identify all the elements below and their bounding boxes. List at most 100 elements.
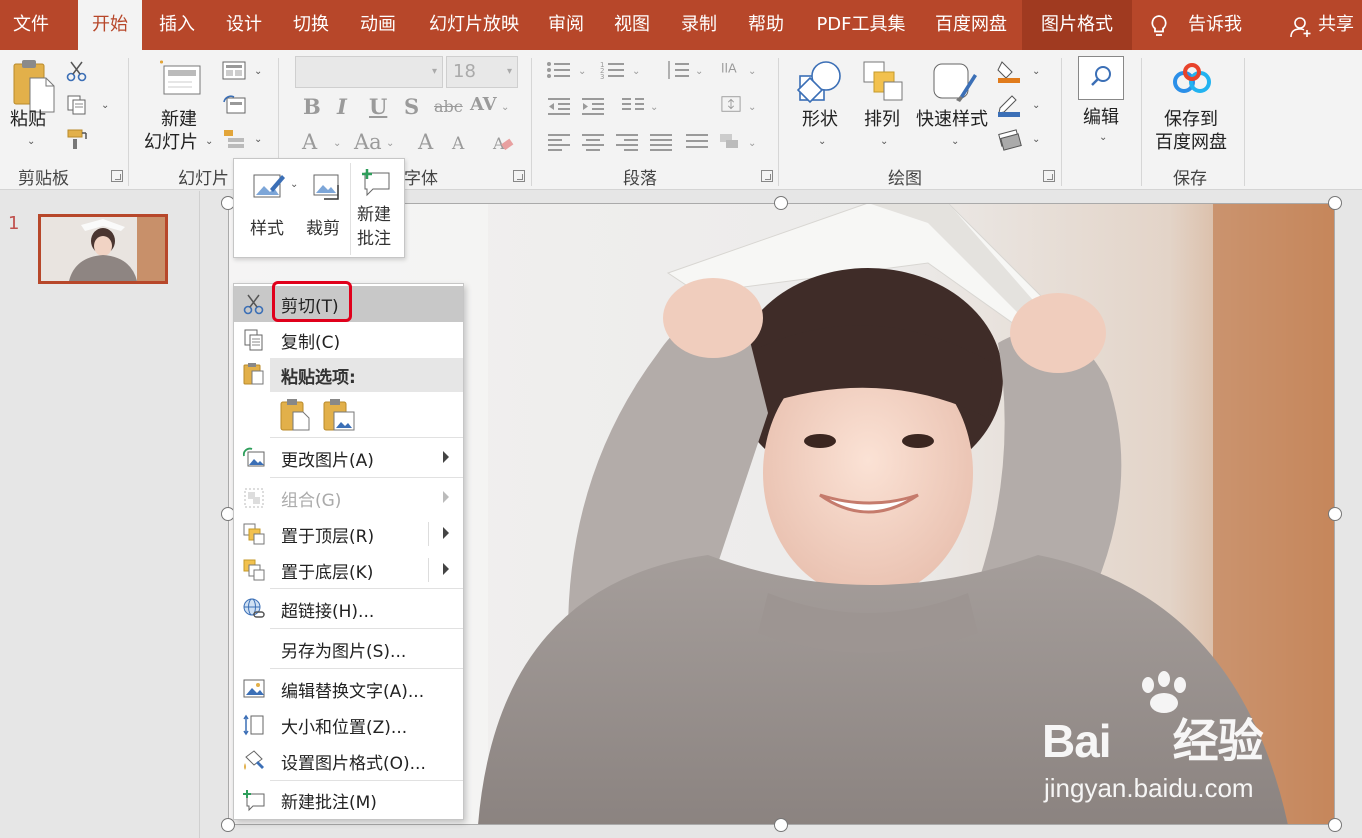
bullets-chevron-icon[interactable]: ⌄ xyxy=(578,66,586,77)
submenu-arrow-icon[interactable] xyxy=(443,527,449,539)
font-size-combobox[interactable]: 18 ▾ xyxy=(446,56,518,88)
baidu-netdisk-icon[interactable] xyxy=(1170,62,1214,98)
arrange-icon[interactable] xyxy=(862,60,906,104)
increase-font-size-icon[interactable]: A xyxy=(418,130,433,154)
justify-icon[interactable] xyxy=(648,132,674,152)
align-center-icon[interactable] xyxy=(580,132,606,152)
tab-picture-format[interactable]: 图片格式 xyxy=(1022,0,1132,50)
tab-pdf-tools[interactable]: PDF工具集 xyxy=(803,0,919,50)
menu-item-new-comment[interactable]: 新建批注(M) xyxy=(234,782,463,818)
change-case-icon[interactable]: Aa xyxy=(354,130,382,154)
shapes-icon[interactable] xyxy=(796,58,846,106)
style-chevron-icon[interactable]: ⌄ xyxy=(290,179,298,190)
menu-item-group[interactable]: 组合(G) xyxy=(234,480,463,516)
text-shadow-icon[interactable]: S xyxy=(404,94,419,119)
smartart-chevron-icon[interactable]: ⌄ xyxy=(748,138,756,149)
italic-icon[interactable]: I xyxy=(337,94,347,119)
resize-handle-bottom-right[interactable] xyxy=(1328,818,1342,832)
shape-fill-chevron-icon[interactable]: ⌄ xyxy=(1032,66,1040,77)
shape-effects-icon[interactable] xyxy=(996,126,1022,152)
mini-new-comment-button[interactable]: 新建 批注 xyxy=(351,159,405,259)
layout-chevron-icon[interactable]: ⌄ xyxy=(254,66,262,77)
menu-item-change-picture[interactable]: 更改图片(A) xyxy=(234,440,463,476)
decrease-font-size-icon[interactable]: A xyxy=(452,134,464,154)
resize-handle-bottom[interactable] xyxy=(774,818,788,832)
tab-view[interactable]: 视图 xyxy=(600,0,664,50)
bullets-icon[interactable] xyxy=(546,60,572,80)
section-chevron-icon[interactable]: ⌄ xyxy=(254,134,262,145)
format-painter-icon[interactable] xyxy=(66,128,90,150)
bold-icon[interactable]: B xyxy=(303,94,321,119)
text-direction-chevron-icon[interactable]: ⌄ xyxy=(748,66,756,77)
tab-review[interactable]: 审阅 xyxy=(534,0,598,50)
quick-styles-chevron-icon[interactable]: ⌄ xyxy=(951,136,959,147)
align-text-chevron-icon[interactable]: ⌄ xyxy=(748,102,756,113)
shape-outline-chevron-icon[interactable]: ⌄ xyxy=(1032,100,1040,111)
menu-item-copy[interactable]: 复制(C) xyxy=(234,322,463,358)
tab-animations[interactable]: 动画 xyxy=(347,0,409,50)
tab-transitions[interactable]: 切换 xyxy=(280,0,342,50)
menu-item-size-position[interactable]: 大小和位置(Z)... xyxy=(234,707,463,743)
menu-item-bring-to-front[interactable]: 置于顶层(R) xyxy=(234,516,463,552)
layout-icon[interactable] xyxy=(222,60,248,82)
tab-insert[interactable]: 插入 xyxy=(146,0,208,50)
arrange-chevron-icon[interactable]: ⌄ xyxy=(880,136,888,147)
align-left-icon[interactable] xyxy=(546,132,572,152)
character-spacing-icon[interactable]: AV xyxy=(470,94,497,115)
drawing-dialog-launcher-icon[interactable] xyxy=(1043,170,1055,182)
resize-handle-top-right[interactable] xyxy=(1328,196,1342,210)
share-button[interactable]: 共享 xyxy=(1316,0,1356,50)
line-spacing-icon[interactable] xyxy=(665,60,691,80)
smartart-convert-icon[interactable] xyxy=(718,132,744,152)
line-spacing-chevron-icon[interactable]: ⌄ xyxy=(695,66,703,77)
paste-use-destination-theme-icon[interactable] xyxy=(279,398,311,432)
menu-item-format-picture[interactable]: 设置图片格式(O)... xyxy=(234,743,463,779)
mini-style-button[interactable]: ⌄ 样式 xyxy=(234,159,304,259)
distributed-icon[interactable] xyxy=(684,132,710,152)
numbering-chevron-icon[interactable]: ⌄ xyxy=(632,66,640,77)
menu-item-send-to-back[interactable]: 置于底层(K) xyxy=(234,552,463,588)
shape-outline-icon[interactable] xyxy=(996,92,1022,118)
menu-item-hyperlink[interactable]: 超链接(H)... xyxy=(234,591,463,627)
menu-item-save-as-picture[interactable]: 另存为图片(S)... xyxy=(234,631,463,667)
tab-design[interactable]: 设计 xyxy=(213,0,275,50)
resize-handle-top[interactable] xyxy=(774,196,788,210)
text-direction-icon[interactable]: llA xyxy=(718,58,744,78)
shape-fill-icon[interactable] xyxy=(996,58,1022,84)
new-slide-dropdown-chevron-icon[interactable]: ⌄ xyxy=(205,136,213,147)
paste-dropdown-chevron-icon[interactable]: ⌄ xyxy=(27,136,35,147)
change-case-chevron-icon[interactable]: ⌄ xyxy=(386,138,394,149)
paste-icon[interactable] xyxy=(12,58,56,114)
new-slide-icon[interactable] xyxy=(156,56,204,100)
menu-item-edit-alt-text[interactable]: 编辑替换文字(A)... xyxy=(234,671,463,707)
tab-help[interactable]: 帮助 xyxy=(734,0,798,50)
section-icon[interactable] xyxy=(222,128,248,150)
mini-crop-button[interactable]: 裁剪 xyxy=(304,159,350,259)
copy-icon[interactable] xyxy=(66,94,88,116)
slide-thumbnail[interactable] xyxy=(38,214,168,284)
increase-indent-icon[interactable] xyxy=(580,96,606,116)
font-name-chevron-icon[interactable]: ▾ xyxy=(432,57,437,87)
font-size-chevron-icon[interactable]: ▾ xyxy=(507,57,512,87)
tab-slideshow[interactable]: 幻灯片放映 xyxy=(414,0,534,50)
underline-icon[interactable]: U xyxy=(369,94,387,119)
reset-slide-icon[interactable] xyxy=(222,94,248,116)
quick-styles-icon[interactable] xyxy=(930,58,978,106)
tab-home[interactable]: 开始 xyxy=(78,0,142,50)
font-color-chevron-icon[interactable]: ⌄ xyxy=(333,138,341,149)
font-name-combobox[interactable]: ▾ xyxy=(295,56,443,88)
clear-formatting-icon[interactable]: A xyxy=(492,132,514,154)
align-right-icon[interactable] xyxy=(614,132,640,152)
submenu-arrow-icon[interactable] xyxy=(443,563,449,575)
font-color-icon[interactable]: A xyxy=(302,130,317,154)
tab-record[interactable]: 录制 xyxy=(667,0,731,50)
font-dialog-launcher-icon[interactable] xyxy=(513,170,525,182)
char-spacing-chevron-icon[interactable]: ⌄ xyxy=(501,102,509,113)
tell-me-search[interactable]: 告诉我 xyxy=(1178,0,1252,50)
columns-icon[interactable] xyxy=(620,96,646,116)
clipboard-dialog-launcher-icon[interactable] xyxy=(111,170,123,182)
edit-button[interactable] xyxy=(1078,56,1124,100)
tab-baidu-netdisk[interactable]: 百度网盘 xyxy=(922,0,1020,50)
strikethrough-icon[interactable]: abc xyxy=(434,97,463,116)
paste-as-picture-icon[interactable] xyxy=(322,398,356,432)
